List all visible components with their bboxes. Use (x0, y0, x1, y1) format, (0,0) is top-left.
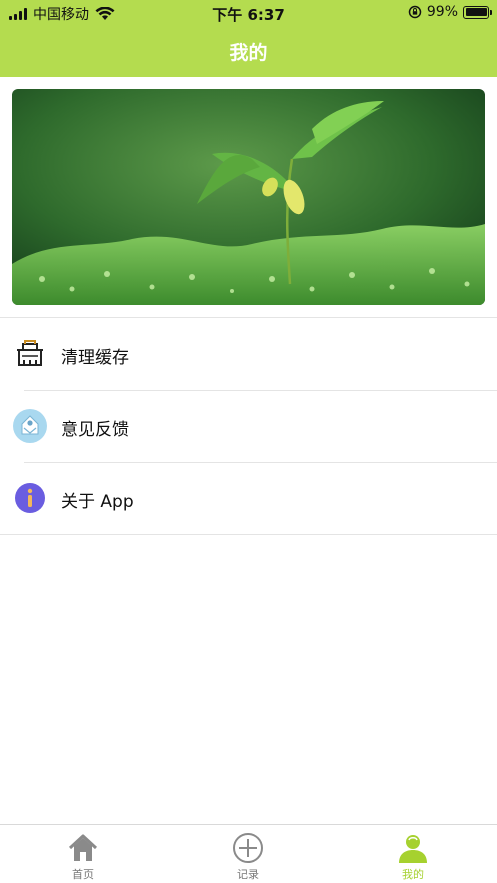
info-icon (15, 483, 45, 513)
settings-menu: 清理缓存 意见反馈 关于 App (0, 317, 497, 535)
tab-bar: 首页 记录 我的 (0, 824, 497, 883)
rotation-lock-icon (408, 5, 422, 19)
feedback-icon (13, 409, 47, 443)
menu-item-label: 清理缓存 (61, 348, 129, 368)
status-bar: 中国移动 下午 6:37 99% (0, 0, 497, 26)
menu-item-feedback[interactable]: 意见反馈 (0, 390, 497, 462)
tab-home[interactable]: 首页 (23, 825, 143, 883)
menu-item-clear-cache[interactable]: 清理缓存 (0, 318, 497, 390)
add-circle-icon (233, 833, 263, 863)
battery-icon (463, 5, 492, 19)
page-title: 我的 (229, 42, 268, 64)
banner-image (12, 89, 485, 305)
menu-item-label: 关于 App (61, 492, 134, 512)
home-icon (68, 834, 98, 861)
tab-profile[interactable]: 我的 (353, 825, 473, 883)
app-header: 中国移动 下午 6:37 99% 我的 (0, 0, 497, 77)
cleanup-basket-icon (17, 340, 43, 366)
tab-label: 我的 (402, 868, 424, 881)
battery-percent: 99% (426, 4, 458, 20)
menu-item-label: 意见反馈 (61, 420, 129, 440)
status-right: 99% (408, 4, 492, 20)
profile-icon (399, 835, 427, 863)
tab-record[interactable]: 记录 (188, 825, 308, 883)
tab-label: 记录 (237, 868, 259, 881)
menu-item-about[interactable]: 关于 App (0, 462, 497, 534)
tab-label: 首页 (72, 868, 94, 881)
